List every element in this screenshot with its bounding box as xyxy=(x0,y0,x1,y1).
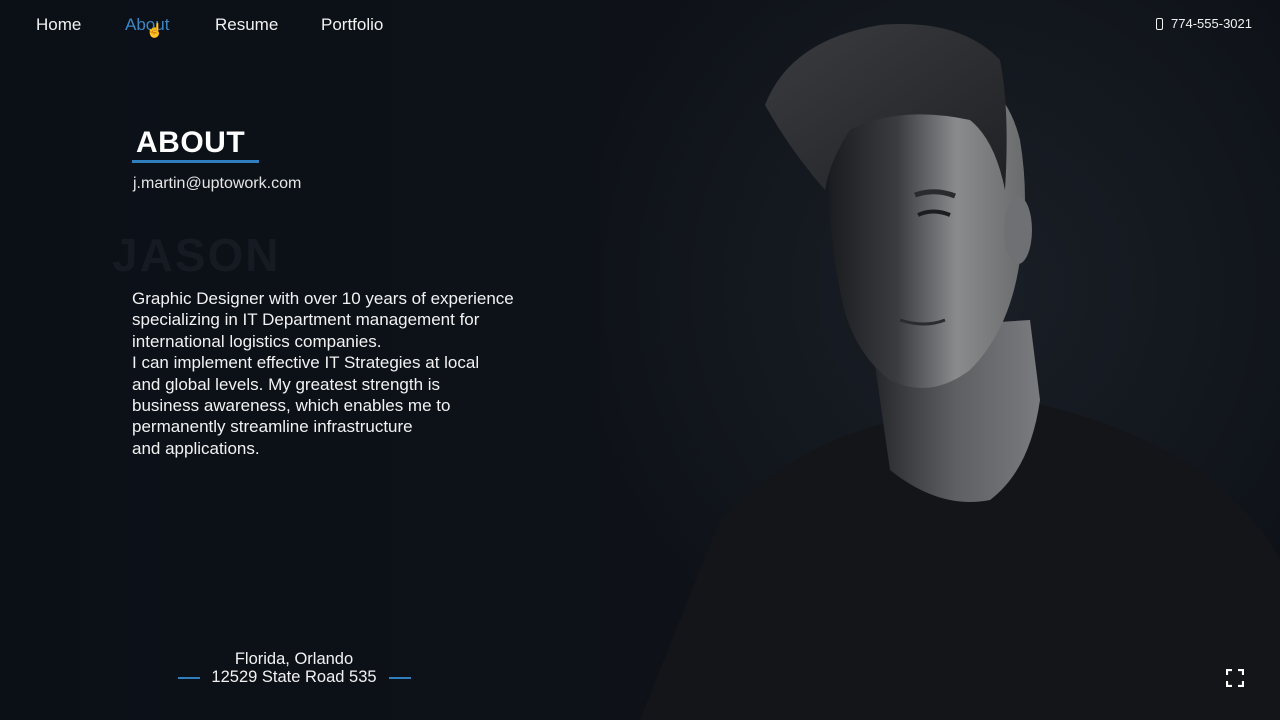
address-block: Florida, Orlando 12529 State Road 535 xyxy=(176,650,412,686)
bio-line: international logistics companies. xyxy=(132,331,382,351)
bio-line: permanently streamline infrastructure xyxy=(132,417,413,437)
about-heading-underline xyxy=(132,160,259,163)
phone-icon xyxy=(1156,17,1164,30)
about-heading: ABOUT xyxy=(136,126,246,159)
address-right-rule xyxy=(389,677,411,679)
address-left-rule xyxy=(178,677,200,679)
address-city: Florida, Orlando xyxy=(234,650,354,668)
fullscreen-icon[interactable] xyxy=(1225,668,1245,688)
hand-cursor-icon: ☝ xyxy=(146,22,164,38)
bio-line: business awareness, which enables me to xyxy=(132,396,451,416)
nav-resume-link[interactable]: Resume xyxy=(215,15,278,35)
phone-contact[interactable]: 774-555-3021 xyxy=(1156,16,1252,31)
top-navigation: Home About Resume Portfolio ☝ 774-555-30… xyxy=(0,0,1280,50)
nav-portfolio-link[interactable]: Portfolio xyxy=(321,15,383,35)
bio-line: Graphic Designer with over 10 years of e… xyxy=(132,289,514,308)
email-link[interactable]: j.martin@uptowork.com xyxy=(133,175,301,193)
page: JASON Home About Resume Portfolio ☝ 774-… xyxy=(0,0,1280,720)
bio-line: and applications. xyxy=(132,438,260,458)
profile-portrait xyxy=(600,0,1280,720)
ghost-name-decoration: JASON xyxy=(112,229,281,281)
bio-line: and global levels. My greatest strength … xyxy=(132,374,441,394)
nav-home-link[interactable]: Home xyxy=(36,15,81,35)
bio-text: Graphic Designer with over 10 years of e… xyxy=(132,288,602,459)
address-street: 12529 State Road 535 xyxy=(211,668,377,686)
bio-line: I can implement effective IT Strategies … xyxy=(132,353,480,373)
phone-number: 774-555-3021 xyxy=(1171,16,1252,31)
bio-line: specializing in IT Department management… xyxy=(132,310,480,330)
